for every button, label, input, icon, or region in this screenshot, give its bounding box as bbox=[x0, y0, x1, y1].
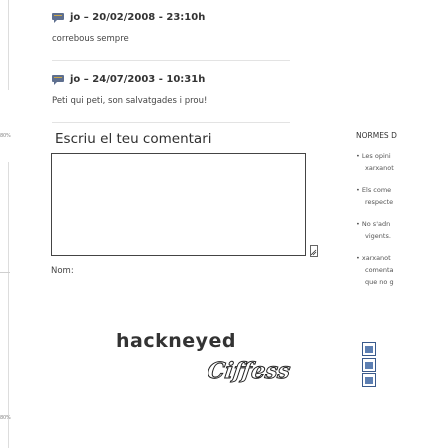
captcha-word: hackneyed bbox=[116, 330, 237, 352]
comment-text: correbous sempre bbox=[52, 34, 129, 44]
comment-separator: – bbox=[80, 74, 93, 85]
comment-separator: - bbox=[155, 12, 167, 23]
captcha-image-text: Ciffess bbox=[208, 358, 292, 384]
user-comment-icon bbox=[52, 12, 64, 23]
rules-title: NORMES D bbox=[356, 131, 397, 140]
comment-textarea[interactable] bbox=[51, 153, 306, 256]
emoticon-icon bbox=[365, 361, 373, 369]
rule-line: • No s'adn bbox=[356, 220, 391, 228]
rule-item: • No s'adn vigents. bbox=[356, 218, 448, 242]
comment-time: 23:10h bbox=[166, 12, 206, 23]
comment-author: jo bbox=[70, 12, 81, 23]
rule-item: • Les opini xarxanot bbox=[356, 150, 448, 174]
emoticon-button[interactable] bbox=[362, 373, 376, 387]
rule-line: • xarxanot bbox=[356, 254, 391, 262]
rules-panel: NORMES D • Les opini xarxanot • Els come… bbox=[356, 131, 448, 288]
left-column-border bbox=[8, 0, 9, 90]
sidebar-percent-label: 80% bbox=[0, 415, 11, 421]
comment-date: 20/02/2008 bbox=[92, 12, 156, 23]
emoticon-icon bbox=[365, 376, 373, 384]
emoticon-button[interactable] bbox=[362, 358, 376, 372]
rule-line: que no g bbox=[365, 278, 394, 286]
comment-divider bbox=[52, 60, 290, 61]
comment-item: jo – 20/02/2008 - 23:10h correbous sempr… bbox=[52, 12, 205, 44]
comment-time: 10:31h bbox=[166, 74, 206, 85]
comment-text: Peti qui peti, son salvatgades i prou! bbox=[52, 96, 208, 106]
sidebar-percent-label: 80% bbox=[0, 133, 11, 139]
rule-line: comenta bbox=[365, 266, 394, 274]
comment-separator: – bbox=[80, 12, 93, 23]
emoticon-button[interactable] bbox=[362, 342, 376, 356]
comment-separator: - bbox=[155, 74, 167, 85]
comment-item: jo – 24/07/2003 - 10:31h Peti qui peti, … bbox=[52, 74, 207, 106]
rule-line: • Les opini bbox=[356, 152, 391, 160]
name-field-label: Nom: bbox=[51, 266, 74, 276]
rule-line: respecte bbox=[365, 198, 394, 206]
rule-line: xarxanot bbox=[365, 164, 394, 172]
rule-line: vigents. bbox=[365, 232, 391, 240]
comment-divider bbox=[52, 122, 290, 123]
left-column-border bbox=[8, 162, 9, 448]
comment-date: 24/07/2003 bbox=[92, 74, 156, 85]
comment-header: jo – 24/07/2003 - 10:31h bbox=[52, 74, 207, 85]
resize-grip-icon bbox=[310, 249, 317, 256]
captcha-image: Ciffess bbox=[208, 358, 292, 385]
comment-form-heading: Escriu el teu comentari bbox=[55, 131, 212, 147]
rule-item: • Els come respecte bbox=[356, 184, 448, 208]
textarea-resize-handle[interactable] bbox=[310, 245, 318, 257]
comment-header: jo – 20/02/2008 - 23:10h bbox=[52, 12, 205, 23]
sidebar-divider bbox=[0, 272, 10, 273]
rule-item: • xarxanot comenta que no g bbox=[356, 252, 448, 288]
rule-line: • Els come bbox=[356, 186, 392, 194]
comment-author: jo bbox=[70, 74, 81, 85]
emoticon-icon bbox=[365, 345, 373, 353]
user-comment-icon bbox=[52, 74, 64, 85]
